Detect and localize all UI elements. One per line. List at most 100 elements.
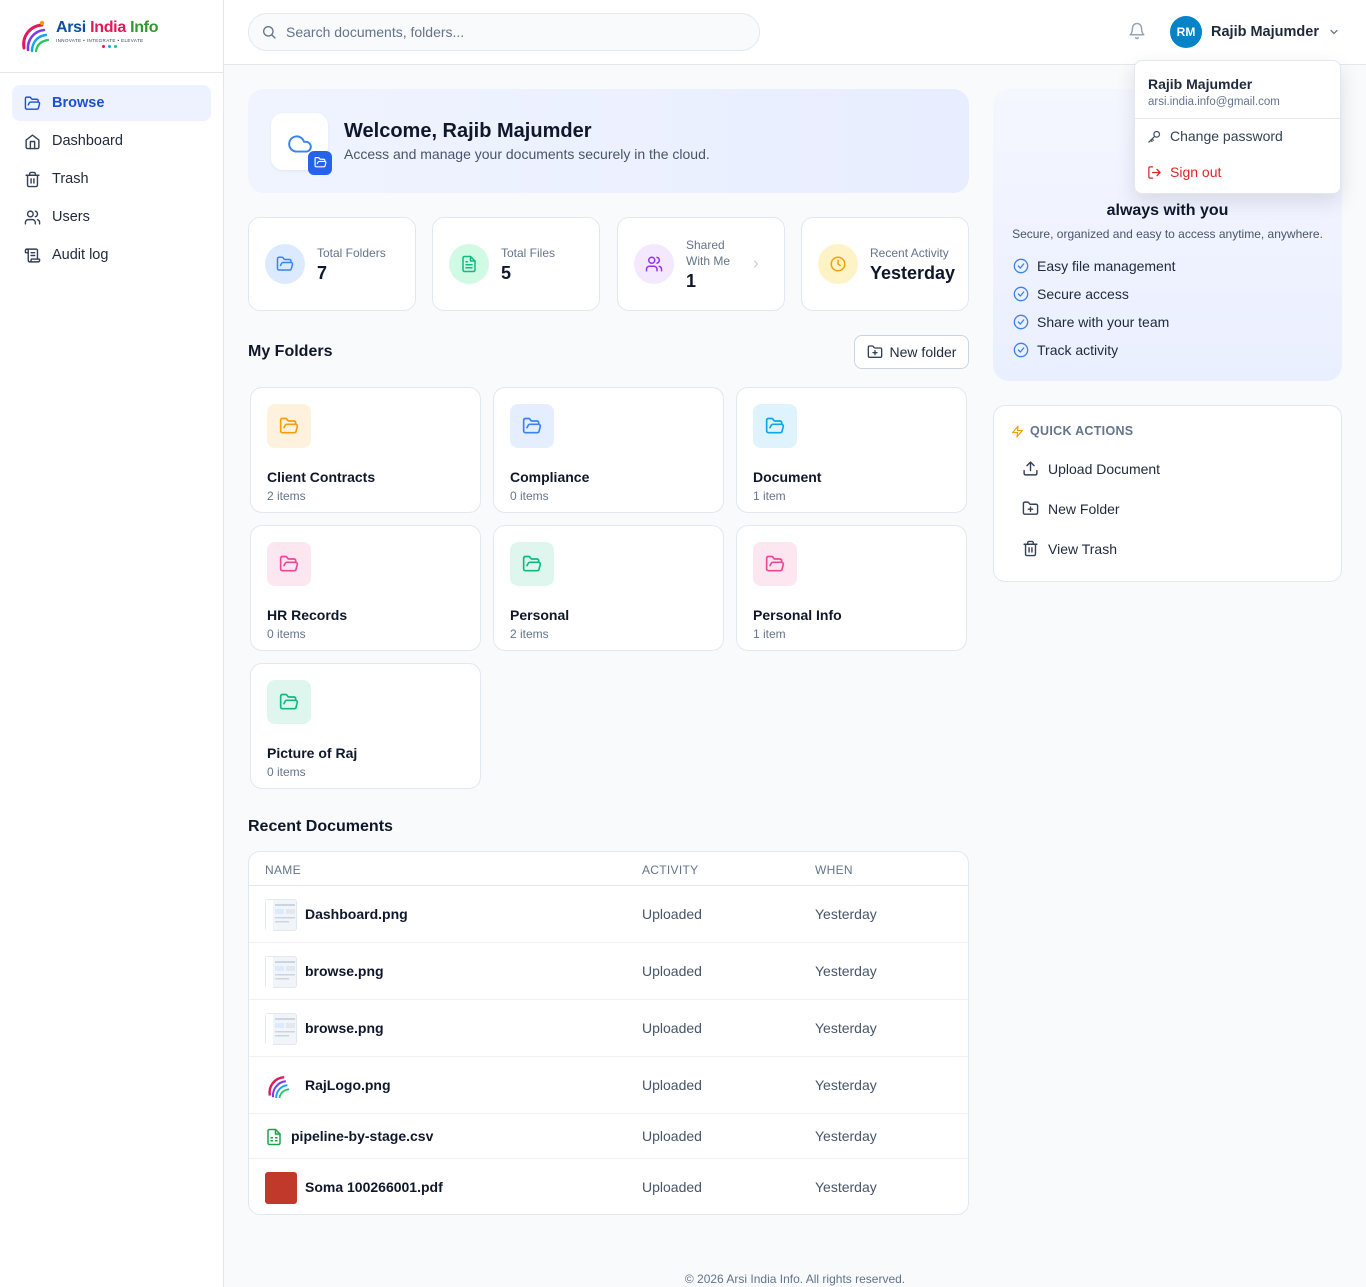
search-bar[interactable] [248,13,760,51]
table-body: Dashboard.png Uploaded Yesterday browse.png… [249,886,968,1214]
sidebar-item-label: Trash [52,171,89,187]
table-row[interactable]: pipeline-by-stage.csv Uploaded Yesterday [249,1114,968,1159]
dropdown-divider [1135,118,1340,119]
sidebar-item-label: Users [52,209,90,225]
welcome-icon [271,112,332,175]
folder-name: Picture of Raj [267,745,358,761]
stat-total-folders: Total Folders 7 [248,217,416,311]
welcome-subtitle: Access and manage your documents securel… [344,146,710,162]
folder-icon [265,244,305,284]
sidebar-nav: Browse Dashboard Trash Users Audit log [0,73,223,287]
search-icon [263,26,276,39]
file-name: Dashboard.png [305,906,408,922]
upload-document-action[interactable]: Upload Document [1022,460,1160,477]
new-folder-label: New folder [889,344,957,360]
folder-card[interactable]: Picture of Raj 0 items [250,663,481,789]
column-header-activity[interactable]: ACTIVITY [642,863,698,877]
stat-label: Shared With Me [686,237,731,268]
users-icon [24,209,41,225]
folder-icon [510,404,554,448]
change-password-item[interactable]: Change password [1147,128,1283,144]
folder-card[interactable]: Compliance 0 items [493,387,724,513]
sign-out-icon [1148,165,1161,179]
table-row[interactable]: browse.png Uploaded Yesterday [249,943,968,1000]
file-thumbnail [265,1013,297,1046]
search-input[interactable] [286,24,726,40]
folder-card[interactable]: Document 1 item [736,387,967,513]
file-when: Yesterday [815,906,877,922]
file-thumbnail [265,1172,297,1204]
folder-card[interactable]: HR Records 0 items [250,525,481,651]
upload-icon [1023,461,1038,476]
top-header: RM Rajib Majumder [224,0,1366,65]
stat-shared-with-me[interactable]: Shared With Me 1 [617,217,785,311]
folder-icon [267,680,311,724]
file-activity: Uploaded [642,1179,702,1195]
folder-name: Compliance [510,469,590,485]
table-row[interactable]: Dashboard.png Uploaded Yesterday [249,886,968,943]
file-name: browse.png [305,1020,384,1036]
promo-feature: Track activity [1013,342,1118,358]
sidebar: Arsi India Info INNOVATE • INTEGRATE • E… [0,0,224,1287]
table-row[interactable]: browse.png Uploaded Yesterday [249,1000,968,1057]
file-name: Soma 100266001.pdf [305,1179,443,1195]
welcome-banner: Welcome, Rajib Majumder Access and manag… [248,89,969,193]
sign-out-item[interactable]: Sign out [1147,164,1221,180]
my-folders-title: My Folders [248,343,333,360]
folder-card[interactable]: Client Contracts 2 items [250,387,481,513]
check-circle-icon [1013,286,1029,302]
file-activity: Uploaded [642,1077,702,1093]
file-activity: Uploaded [642,906,702,922]
table-header: NAME ACTIVITY WHEN [249,852,968,886]
folder-name: Client Contracts [267,469,376,485]
folder-item-count: 1 item [753,489,786,503]
csv-file-icon [267,1128,281,1146]
check-circle-icon [1013,314,1029,330]
logo-mark-icon [18,16,58,56]
folder-icon [267,404,311,448]
stat-label: Total Folders [317,245,386,260]
user-name: Rajib Majumder [1211,24,1319,40]
home-icon [25,133,40,149]
folder-card[interactable]: Personal 2 items [493,525,724,651]
sidebar-item-label: Dashboard [52,133,123,149]
avatar: RM [1170,16,1202,48]
column-header-name[interactable]: NAME [265,863,301,877]
dropdown-user-name: Rajib Majumder [1148,76,1253,92]
folder-card[interactable]: Personal Info 1 item [736,525,967,651]
file-name: browse.png [305,963,384,979]
clock-icon [818,244,858,284]
file-activity: Uploaded [642,963,702,979]
sidebar-item-dashboard[interactable]: Dashboard [12,123,211,159]
file-thumbnail [265,956,297,989]
file-when: Yesterday [815,963,877,979]
table-row[interactable]: RajLogo.png Uploaded Yesterday [249,1057,968,1114]
folder-item-count: 2 items [510,627,549,641]
file-text-icon [449,244,489,284]
new-folder-action[interactable]: New Folder [1022,500,1120,517]
sidebar-item-browse[interactable]: Browse [12,85,211,121]
brand-dots [102,44,158,48]
folder-name: HR Records [267,607,348,623]
sidebar-item-users[interactable]: Users [12,199,211,235]
folder-item-count: 2 items [267,489,306,503]
folder-name: Personal Info [753,607,842,623]
user-dropdown-menu: Rajib Majumder arsi.india.info@gmail.com… [1134,60,1341,194]
folder-icon [510,542,554,586]
folder-badge-icon [308,150,332,175]
new-folder-button[interactable]: New folder [854,335,969,369]
folder-icon [267,542,311,586]
sidebar-item-label: Audit log [52,247,109,263]
view-trash-action[interactable]: View Trash [1022,540,1117,557]
sidebar-item-audit-log[interactable]: Audit log [12,237,211,273]
stat-recent-activity: Recent Activity Yesterday [801,217,969,311]
notifications-button[interactable] [1128,22,1146,40]
sidebar-item-trash[interactable]: Trash [12,161,211,197]
user-menu-button[interactable]: RM Rajib Majumder [1170,16,1340,48]
stat-label: Total Files [501,245,556,260]
brand-logo[interactable]: Arsi India Info INNOVATE • INTEGRATE • E… [0,0,223,73]
table-row[interactable]: Soma 100266001.pdf Uploaded Yesterday [249,1159,968,1214]
dropdown-user-email: arsi.india.info@gmail.com [1148,96,1280,108]
chevron-down-icon [1330,29,1338,35]
column-header-when[interactable]: WHEN [815,863,853,877]
